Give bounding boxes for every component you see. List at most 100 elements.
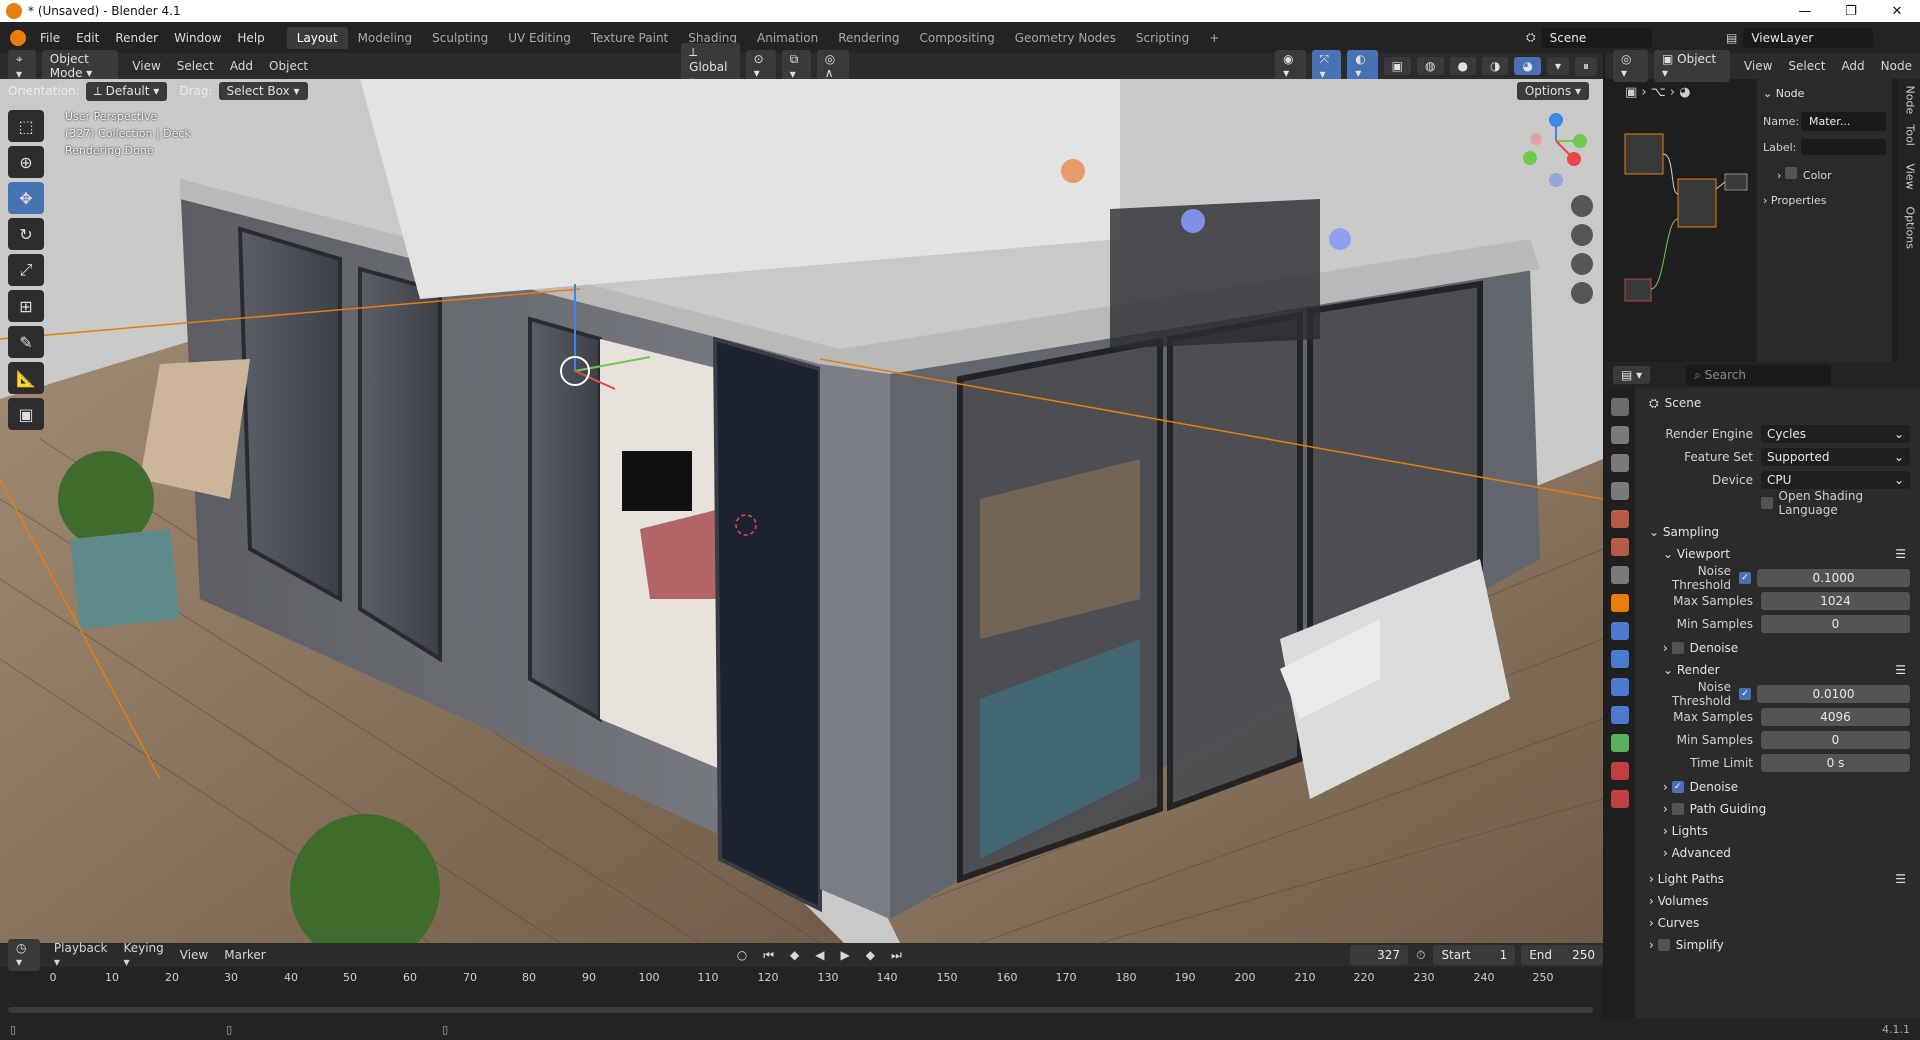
orientation-dropdown[interactable]: ⟂ Default ▾ <box>85 81 168 101</box>
tab-layout[interactable]: Layout <box>286 26 348 49</box>
data-props-icon[interactable] <box>1611 734 1629 752</box>
vp-min-samples-field[interactable]: 0 <box>1761 615 1910 633</box>
advanced-subpanel[interactable]: › Advanced <box>1639 842 1920 864</box>
tab-geometry-nodes[interactable]: Geometry Nodes <box>1005 27 1126 49</box>
cursor-tool-icon[interactable]: ⊕ <box>8 146 44 178</box>
auto-keying-icon[interactable]: ○ <box>729 948 755 962</box>
scene-props-icon[interactable] <box>1611 510 1629 528</box>
maximize-button[interactable]: ❐ <box>1828 4 1874 19</box>
tool-props-icon[interactable] <box>1611 398 1629 416</box>
r-denoise-checkbox[interactable]: ✓ <box>1671 781 1684 793</box>
view-layer-props-icon[interactable] <box>1611 482 1629 500</box>
vp-menu-object[interactable]: Object <box>261 59 316 73</box>
world-props-icon[interactable] <box>1611 538 1629 556</box>
timeline-menu-view[interactable]: View <box>172 948 216 962</box>
timeline-menu-playback[interactable]: Playback ▾ <box>46 941 116 969</box>
node-menu-view[interactable]: View <box>1736 59 1780 73</box>
device-dropdown[interactable]: CPU ⌄ <box>1761 471 1910 489</box>
jump-start-icon[interactable]: ⏮ <box>755 948 782 963</box>
menu-file[interactable]: File <box>32 31 68 45</box>
wireframe-shading-icon[interactable]: ◍ <box>1417 57 1444 75</box>
tab-view[interactable]: View <box>1904 164 1917 200</box>
tab-uv-editing[interactable]: UV Editing <box>498 27 581 49</box>
list-icon[interactable]: ☰ <box>1895 872 1906 886</box>
tab-rendering[interactable]: Rendering <box>828 27 909 49</box>
vp-max-samples-field[interactable]: 1024 <box>1761 592 1910 610</box>
r-noise-threshold-checkbox[interactable]: ✓ <box>1739 688 1751 700</box>
tab-compositing[interactable]: Compositing <box>909 27 1004 49</box>
object-mode-dropdown[interactable]: Object Mode ▾ <box>41 50 119 82</box>
timeline-ruler[interactable]: 0 10 20 30 40 50 60 70 80 90 100 110 120… <box>0 967 1603 991</box>
timeline-menu-marker[interactable]: Marker <box>216 948 273 962</box>
node-name-field[interactable]: Mater... <box>1801 112 1886 131</box>
tab-scripting[interactable]: Scripting <box>1126 27 1199 49</box>
volumes-panel-header[interactable]: › Volumes <box>1639 890 1920 912</box>
object-props-icon[interactable] <box>1611 594 1629 612</box>
feature-set-dropdown[interactable]: Supported ⌄ <box>1761 448 1910 466</box>
node-editor-type-button[interactable]: ◎ ▾ <box>1613 50 1648 82</box>
node-properties-section[interactable]: › Properties <box>1763 194 1886 207</box>
output-props-icon[interactable] <box>1611 454 1629 472</box>
lights-subpanel[interactable]: › Lights <box>1639 820 1920 842</box>
curves-panel-header[interactable]: › Curves <box>1639 912 1920 934</box>
close-button[interactable]: ✕ <box>1874 4 1920 19</box>
r-time-limit-field[interactable]: 0 s <box>1761 754 1910 772</box>
path-guiding-checkbox[interactable] <box>1671 803 1684 815</box>
annotate-tool-icon[interactable]: ✎ <box>8 326 44 358</box>
scene-field[interactable]: Scene <box>1541 27 1652 48</box>
osl-checkbox[interactable] <box>1761 497 1773 509</box>
rendered-shading-icon[interactable]: ◕ <box>1514 57 1541 75</box>
play-reverse-icon[interactable]: ◀ <box>807 948 832 962</box>
node-section-header[interactable]: ⌄ Node <box>1763 87 1886 100</box>
blender-menu-icon[interactable] <box>10 29 26 46</box>
proportional-edit-icon[interactable]: ◎ ∧ <box>816 50 850 82</box>
list-icon[interactable]: ☰ <box>1895 663 1906 677</box>
menu-help[interactable]: Help <box>229 31 272 45</box>
pause-render-icon[interactable]: ⏸ <box>1574 56 1597 76</box>
shading-options-icon[interactable]: ▾ <box>1546 57 1569 75</box>
modifier-props-icon[interactable] <box>1611 622 1629 640</box>
node-editor[interactable]: ◎ ▾ ▣ Object ▾ View Select Add Node ▣ › … <box>1605 50 1920 362</box>
light-paths-panel-header[interactable]: › Light Paths ☰ <box>1639 868 1920 890</box>
list-icon[interactable]: ☰ <box>1895 547 1906 561</box>
select-box-tool-icon[interactable]: ⬚ <box>8 110 44 142</box>
node-graph[interactable] <box>1605 79 1757 362</box>
menu-edit[interactable]: Edit <box>68 31 107 45</box>
tab-animation[interactable]: Animation <box>747 27 828 49</box>
node-color-section[interactable]: › Color <box>1763 167 1886 182</box>
prev-keyframe-icon[interactable]: ◆ <box>782 948 807 962</box>
node-material-icon[interactable]: ◕ <box>1679 85 1690 100</box>
simplify-checkbox[interactable] <box>1657 939 1670 951</box>
tab-tool[interactable]: Tool <box>1904 125 1917 161</box>
vp-noise-threshold-field[interactable]: 0.1000 <box>1757 569 1910 587</box>
tab-texture-paint[interactable]: Texture Paint <box>581 27 678 49</box>
vp-denoise-subpanel[interactable]: › Denoise <box>1639 637 1920 659</box>
r-min-samples-field[interactable]: 0 <box>1761 731 1910 749</box>
render-subpanel-header[interactable]: ⌄ Render ☰ <box>1639 659 1920 681</box>
timeline-editor[interactable]: ◷ ▾ Playback ▾ Keying ▾ View Marker ○ ⏮ … <box>0 939 1603 1018</box>
visibility-icon[interactable]: ◉ ▾ <box>1275 50 1306 82</box>
xray-icon[interactable]: ▣ <box>1383 57 1412 75</box>
r-max-samples-field[interactable]: 4096 <box>1761 708 1910 726</box>
start-frame-field[interactable]: Start 1 <box>1433 945 1516 965</box>
node-menu-select[interactable]: Select <box>1780 59 1833 73</box>
tab-modeling[interactable]: Modeling <box>348 27 423 49</box>
sampling-panel-header[interactable]: ⌄ Sampling <box>1639 521 1920 543</box>
gizmo-toggle-icon[interactable]: ⤧ ▾ <box>1311 49 1342 83</box>
node-scene-icon[interactable]: ▣ <box>1625 85 1637 100</box>
vp-menu-select[interactable]: Select <box>169 59 222 73</box>
timeline-menu-keying[interactable]: Keying ▾ <box>115 941 171 969</box>
node-color-checkbox[interactable] <box>1784 167 1797 179</box>
rotate-tool-icon[interactable]: ↻ <box>8 218 44 250</box>
render-engine-dropdown[interactable]: Cycles ⌄ <box>1761 425 1910 443</box>
constraints-props-icon[interactable] <box>1611 706 1629 724</box>
minimize-button[interactable]: — <box>1782 4 1828 19</box>
vp-menu-add[interactable]: Add <box>222 59 261 73</box>
measure-tool-icon[interactable]: 📐 <box>8 362 44 394</box>
node-object-dropdown[interactable]: ▣ Object ▾ <box>1654 50 1730 82</box>
r-noise-threshold-field[interactable]: 0.0100 <box>1757 685 1910 703</box>
node-menu-add[interactable]: Add <box>1833 59 1872 73</box>
tab-node[interactable]: Node <box>1904 86 1917 122</box>
move-tool-icon[interactable]: ✥ <box>8 182 44 214</box>
properties-search-input[interactable]: ⌕ Search <box>1686 364 1832 386</box>
